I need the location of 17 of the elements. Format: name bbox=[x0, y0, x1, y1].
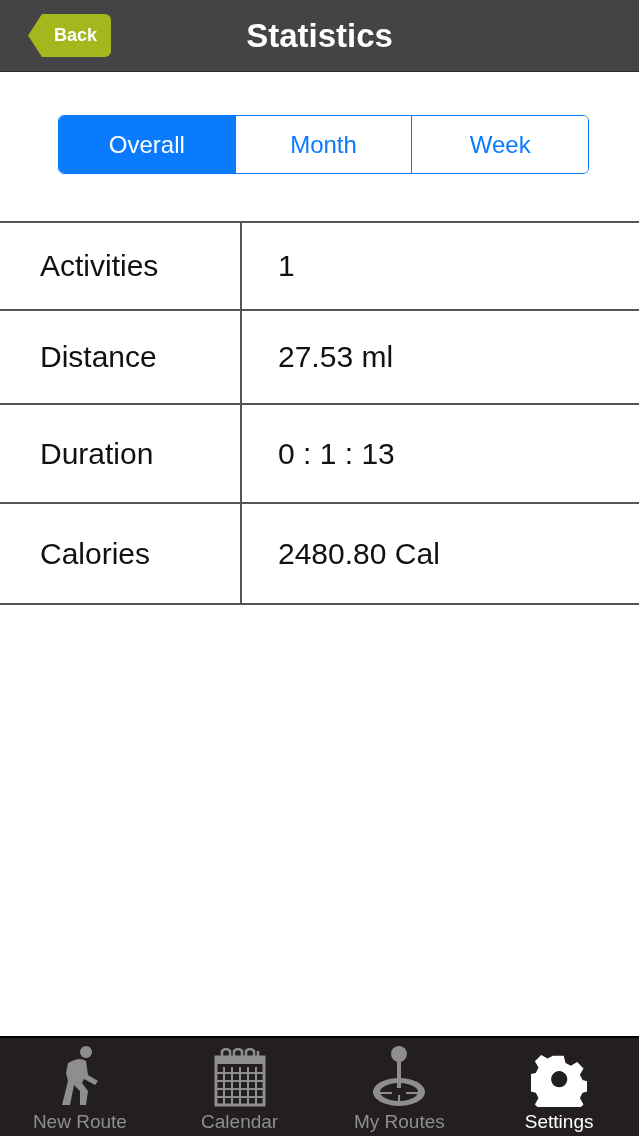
stat-label: Duration bbox=[40, 436, 154, 471]
stat-value: 1 bbox=[278, 249, 295, 283]
stat-label: Distance bbox=[40, 340, 157, 374]
calendar-icon bbox=[213, 1047, 266, 1107]
stat-value: 0 : 1 : 13 bbox=[278, 436, 395, 471]
stat-label: Activities bbox=[40, 249, 159, 283]
tab-bar-item[interactable]: Settings bbox=[479, 1038, 639, 1136]
stat-label: Calories bbox=[40, 536, 151, 571]
map-pin-icon bbox=[372, 1045, 427, 1107]
stat-value: 27.53 ml bbox=[278, 340, 394, 374]
screen-title: Statistics bbox=[246, 16, 393, 54]
stat-value: 2480.80 Cal bbox=[278, 536, 440, 571]
tab-bar-item[interactable]: New Route bbox=[0, 1038, 160, 1136]
tab-bar-item[interactable]: My Routes bbox=[319, 1038, 480, 1136]
tab-bar-item[interactable]: Calendar bbox=[159, 1038, 320, 1136]
segment-tab[interactable]: Week bbox=[411, 116, 588, 173]
segment-tab[interactable]: Overall bbox=[59, 116, 235, 173]
